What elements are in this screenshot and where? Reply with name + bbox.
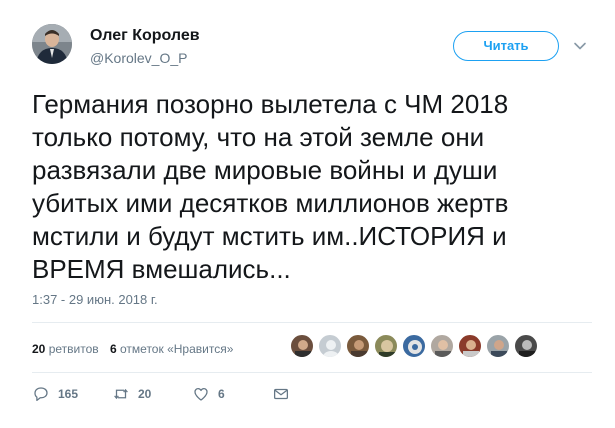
liker-avatar[interactable] bbox=[514, 334, 538, 358]
retweet-count: 20 bbox=[138, 387, 152, 401]
liker-avatar[interactable] bbox=[402, 334, 426, 358]
reply-count: 165 bbox=[58, 387, 79, 401]
direct-message-button[interactable] bbox=[272, 384, 290, 404]
more-options-caret[interactable] bbox=[573, 39, 587, 53]
reply-icon bbox=[34, 387, 48, 402]
author-avatar[interactable] bbox=[32, 24, 72, 64]
retweets-count: 20 bbox=[32, 342, 46, 356]
liker-avatar[interactable] bbox=[290, 334, 314, 358]
like-button[interactable]: 6 bbox=[192, 384, 225, 404]
liker-avatar[interactable] bbox=[458, 334, 482, 358]
liker-avatar[interactable] bbox=[374, 334, 398, 358]
retweet-icon bbox=[114, 388, 128, 400]
likes-stat[interactable]: 6 отметок «Нравится» bbox=[110, 342, 233, 356]
likes-label: отметок «Нравится» bbox=[120, 342, 234, 356]
follow-button[interactable]: Читать bbox=[453, 31, 559, 61]
dm-icon bbox=[273, 388, 289, 400]
heart-icon bbox=[194, 387, 208, 401]
tweet-timestamp[interactable]: 1:37 - 29 июн. 2018 г. bbox=[32, 292, 158, 307]
liker-avatar[interactable] bbox=[346, 334, 370, 358]
engagement-stats: 20 ретвитов 6 отметок «Нравится» bbox=[32, 342, 233, 356]
liker-avatar[interactable] bbox=[430, 334, 454, 358]
liker-avatar[interactable] bbox=[318, 334, 342, 358]
retweet-button[interactable]: 20 bbox=[112, 384, 151, 404]
divider-top bbox=[32, 322, 592, 323]
tweet-text: Германия позорно вылетела с ЧМ 2018 толь… bbox=[32, 89, 509, 284]
chevron-down-icon bbox=[574, 42, 586, 50]
likes-count: 6 bbox=[109, 342, 117, 356]
divider-bottom bbox=[32, 372, 592, 373]
retweets-stat[interactable]: 20 ретвитов bbox=[32, 342, 99, 356]
liker-avatar[interactable] bbox=[486, 334, 510, 358]
author-name[interactable]: Олег Королев bbox=[90, 27, 200, 45]
author-handle[interactable]: @Korolev_O_P bbox=[90, 50, 187, 66]
reply-button[interactable]: 165 bbox=[32, 384, 78, 404]
retweets-label: ретвитов bbox=[48, 342, 99, 356]
like-count: 6 bbox=[218, 387, 225, 401]
